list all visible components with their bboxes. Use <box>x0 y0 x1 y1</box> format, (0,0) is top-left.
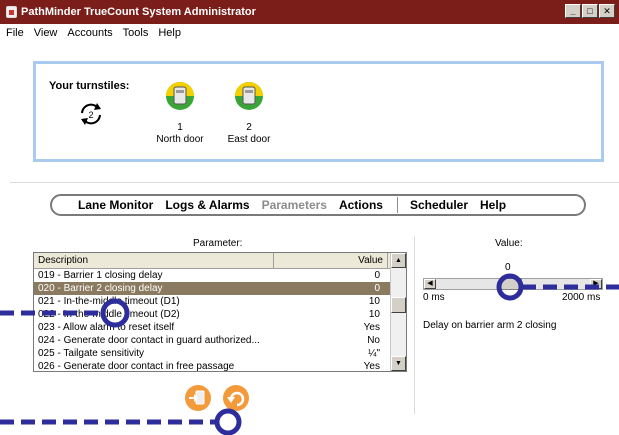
row-value: 10 <box>368 296 380 307</box>
turnstile-name: East door <box>227 134 271 145</box>
tab-lane-monitor[interactable]: Lane Monitor <box>78 198 153 212</box>
turnstile-icon <box>166 82 194 110</box>
row-value: 10 <box>368 309 380 320</box>
value-label: Value: <box>495 238 523 249</box>
scroll-thumb[interactable] <box>391 297 406 313</box>
scroll-up-icon[interactable]: ▲ <box>391 253 406 268</box>
table-row[interactable]: 024 - Generate door contact in guard aut… <box>34 334 406 347</box>
window-controls: _ □ ✕ <box>565 4 615 18</box>
title-bar: PathMinder TrueCount System Administrato… <box>0 0 619 24</box>
slider-thumb[interactable] <box>500 278 522 290</box>
turnstile-apply-icon <box>189 390 205 405</box>
slider-current-value: 0 <box>505 262 511 273</box>
row-value: 0 <box>374 283 380 294</box>
row-value: No <box>367 335 380 346</box>
minimize-button[interactable]: _ <box>565 4 581 18</box>
row-value: Yes <box>363 322 380 333</box>
window-title: PathMinder TrueCount System Administrato… <box>21 6 256 18</box>
maximize-button[interactable]: □ <box>582 4 598 18</box>
row-description: 023 - Allow alarm to reset itself <box>38 322 175 333</box>
list-scrollbar[interactable]: ▲ ▼ <box>390 253 406 371</box>
turnstile-east-door[interactable]: 2 East door <box>214 80 284 146</box>
slider-right-icon[interactable]: ▶ <box>590 279 602 289</box>
tab-scheduler[interactable]: Scheduler <box>410 198 468 212</box>
divider <box>10 182 619 183</box>
scroll-down-icon[interactable]: ▼ <box>391 356 406 371</box>
row-description: 026 - Generate door contact in free pass… <box>38 361 235 372</box>
slider-left-icon[interactable]: ◀ <box>424 279 436 289</box>
tab-help[interactable]: Help <box>480 198 506 212</box>
row-value: Yes <box>363 361 380 372</box>
annotation-circle <box>214 408 242 435</box>
slider-max-label: 2000 ms <box>562 292 601 303</box>
table-row[interactable]: 025 - Tailgate sensitivity ¼" <box>34 347 406 360</box>
turnstile-number: 1 <box>177 122 183 133</box>
refresh-cycle-icon[interactable]: 2 <box>77 100 105 128</box>
table-row[interactable]: 023 - Allow alarm to reset itself Yes <box>34 321 406 334</box>
menu-accounts[interactable]: Accounts <box>67 27 112 39</box>
menu-file[interactable]: File <box>6 27 24 39</box>
menu-view[interactable]: View <box>34 27 58 39</box>
row-description: 019 - Barrier 1 closing delay <box>38 270 163 281</box>
row-value: ¼" <box>368 348 380 359</box>
parameter-list[interactable]: Description Value 019 - Barrier 1 closin… <box>33 252 407 372</box>
turnstile-number: 2 <box>246 122 252 133</box>
menu-help[interactable]: Help <box>158 27 181 39</box>
apply-to-turnstile-button[interactable] <box>185 385 211 411</box>
app-icon <box>6 6 17 18</box>
tab-bar: Lane Monitor Logs & Alarms Parameters Ac… <box>50 194 586 216</box>
undo-button[interactable] <box>223 385 249 411</box>
column-description[interactable]: Description <box>34 253 274 268</box>
list-header: Description Value <box>34 253 406 269</box>
table-row[interactable]: 021 - In-the-middle timeout (D1) 10 <box>34 295 406 308</box>
row-description: 024 - Generate door contact in guard aut… <box>38 335 260 346</box>
row-description: 020 - Barrier 2 closing delay <box>38 283 163 294</box>
row-description: 025 - Tailgate sensitivity <box>38 348 144 359</box>
menu-tools[interactable]: Tools <box>123 27 149 39</box>
column-value[interactable]: Value <box>274 253 388 268</box>
turnstiles-title: Your turnstiles: <box>49 80 130 92</box>
slider-min-label: 0 ms <box>423 292 445 303</box>
panel-divider <box>414 236 415 414</box>
cycle-badge: 2 <box>88 110 93 120</box>
table-row[interactable]: 026 - Generate door contact in free pass… <box>34 360 406 372</box>
undo-icon <box>227 391 245 407</box>
turnstiles-panel: Your turnstiles: 2 1 North door 2 East d… <box>33 61 604 162</box>
parameter-label: Parameter: <box>193 238 243 249</box>
menu-bar: File View Accounts Tools Help <box>0 24 619 41</box>
row-value: 0 <box>374 270 380 281</box>
table-row[interactable]: 022 - In-the-middle timeout (D2) 10 <box>34 308 406 321</box>
row-description: 022 - In-the-middle timeout (D2) <box>38 309 180 320</box>
tab-separator <box>396 197 398 213</box>
turnstile-north-door[interactable]: 1 North door <box>145 80 215 146</box>
turnstile-name: North door <box>156 134 204 145</box>
row-description: 021 - In-the-middle timeout (D1) <box>38 296 180 307</box>
table-row-selected[interactable]: 020 - Barrier 2 closing delay 0 <box>34 282 406 295</box>
close-button[interactable]: ✕ <box>599 4 615 18</box>
tab-actions[interactable]: Actions <box>339 198 383 212</box>
tab-parameters[interactable]: Parameters <box>262 198 327 212</box>
table-row[interactable]: 019 - Barrier 1 closing delay 0 <box>34 269 406 282</box>
tab-logs-alarms[interactable]: Logs & Alarms <box>165 198 249 212</box>
parameter-description: Delay on barrier arm 2 closing <box>423 320 557 331</box>
turnstile-icon <box>235 82 263 110</box>
